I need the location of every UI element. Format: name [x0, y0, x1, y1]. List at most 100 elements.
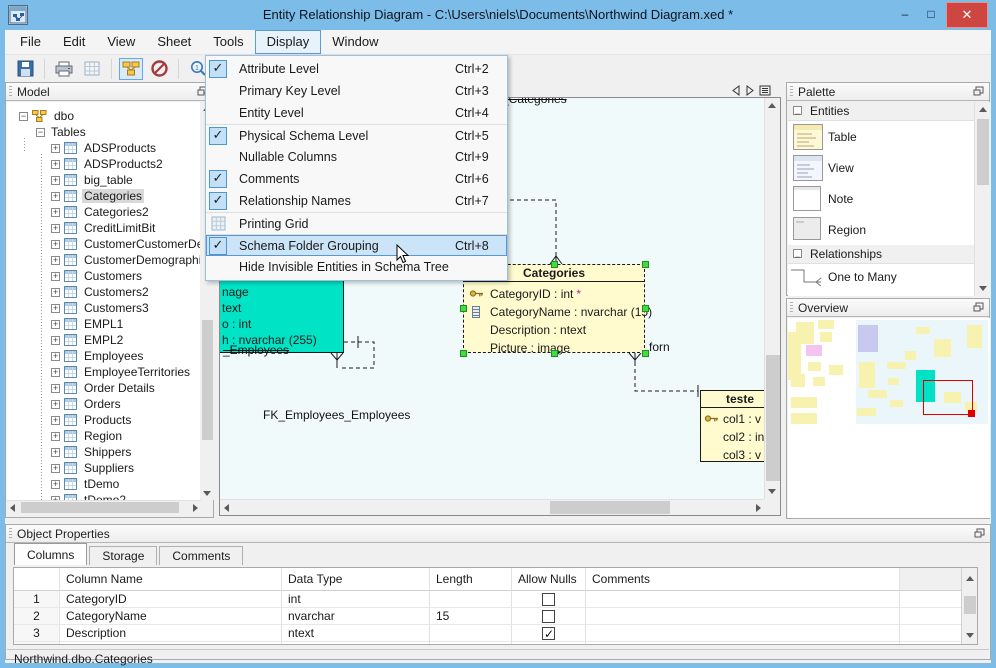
expand-icon[interactable]	[51, 400, 60, 409]
tree-item-table[interactable]: Products	[7, 412, 200, 428]
table-row[interactable]: 1 CategoryID int	[14, 591, 977, 608]
length-cell[interactable]	[430, 625, 512, 642]
tree-item-table[interactable]: Orders	[7, 396, 200, 412]
tree-item-table[interactable]: Customers3	[7, 300, 200, 316]
float-panel-icon[interactable]	[973, 86, 984, 96]
expand-icon[interactable]	[51, 160, 60, 169]
palette-panel-header[interactable]: Palette	[787, 83, 989, 101]
tree-item-table[interactable]: Customers2	[7, 284, 200, 300]
expand-icon[interactable]	[51, 480, 60, 489]
tree-item-tables[interactable]: Tables	[7, 124, 200, 140]
expand-icon[interactable]	[51, 368, 60, 377]
tree-item-table[interactable]: CreditLimitBit	[7, 220, 200, 236]
table-row[interactable]: 2 CategoryName nvarchar 15	[14, 608, 977, 625]
close-button[interactable]: ✕	[946, 2, 988, 28]
menu-item[interactable]: ✓ Entity Level Ctrl+4	[206, 102, 507, 124]
selection-handle[interactable]	[642, 305, 649, 312]
overview-minimap[interactable]	[788, 318, 990, 518]
palette-group-relationships[interactable]: Relationships	[788, 245, 990, 264]
maximize-button[interactable]: □	[918, 6, 944, 24]
block-button[interactable]	[147, 58, 171, 80]
selection-handle[interactable]	[551, 261, 558, 268]
column-name-cell[interactable]: CategoryID	[60, 591, 282, 608]
selection-handle[interactable]	[551, 350, 558, 357]
printing-grid-button[interactable]	[80, 58, 104, 80]
menubar-item[interactable]: Tools	[202, 30, 254, 54]
allow-nulls-checkbox[interactable]	[542, 593, 555, 606]
minimize-button[interactable]: –	[892, 6, 918, 24]
tree-item-table[interactable]: ADSProducts2	[7, 156, 200, 172]
menu-item[interactable]: ✓ Hide Invisible Entities in Schema Tree	[206, 256, 507, 278]
tree-item-table[interactable]: EMPL2	[7, 332, 200, 348]
length-cell[interactable]	[430, 591, 512, 608]
titlebar[interactable]: Entity Relationship Diagram - C:\Users\n…	[0, 0, 996, 30]
data-type-cell[interactable]: int	[282, 591, 430, 608]
comments-cell[interactable]	[586, 608, 900, 625]
palette-item-region[interactable]: Region	[788, 214, 990, 245]
table-row[interactable]: 3 Description ntext	[14, 625, 977, 642]
allow-nulls-checkbox[interactable]	[542, 644, 555, 645]
data-type-cell[interactable]: ntext	[282, 625, 430, 642]
save-button[interactable]	[13, 58, 37, 80]
object-properties-header[interactable]: Object Properties	[6, 525, 990, 543]
overview-panel-header[interactable]: Overview	[787, 299, 989, 317]
expand-icon[interactable]	[51, 240, 60, 249]
float-panel-icon[interactable]	[974, 528, 985, 538]
palette-item-view[interactable]: View	[788, 152, 990, 183]
viewport-resize-handle[interactable]	[968, 410, 975, 417]
expand-icon[interactable]	[51, 320, 60, 329]
collapse-icon[interactable]	[793, 106, 802, 115]
length-cell[interactable]: 15	[430, 608, 512, 625]
tree-item-table[interactable]: Order Details	[7, 380, 200, 396]
tree-item-table[interactable]: Categories2	[7, 204, 200, 220]
palette-scrollbar[interactable]	[974, 102, 990, 296]
comments-cell[interactable]	[586, 591, 900, 608]
tree-item-table[interactable]: CustomerDemographi	[7, 252, 200, 268]
allow-nulls-checkbox[interactable]	[542, 627, 555, 640]
tree-item-table[interactable]: CustomerCustomerDe	[7, 236, 200, 252]
expand-icon[interactable]	[51, 192, 60, 201]
menu-item[interactable]: ✓ Primary Key Level Ctrl+3	[206, 80, 507, 102]
menubar-item[interactable]: Edit	[52, 30, 96, 54]
menu-item[interactable]: ✓ Comments Ctrl+6	[206, 168, 507, 190]
menu-item[interactable]: ✓ Relationship Names Ctrl+7	[206, 190, 507, 212]
tree-item-table[interactable]: EMPL1	[7, 316, 200, 332]
selection-handle[interactable]	[642, 261, 649, 268]
tree-item-table[interactable]: tDemo	[7, 476, 200, 492]
data-type-cell[interactable]: nvarchar	[282, 608, 430, 625]
properties-tab[interactable]: Storage	[89, 546, 157, 565]
expand-icon[interactable]	[51, 384, 60, 393]
menubar-item[interactable]: Display	[255, 30, 322, 54]
menubar-item[interactable]: Window	[321, 30, 389, 54]
tree-item-dbo[interactable]: dbo	[7, 108, 200, 124]
menu-item[interactable]: ✓ Schema Folder Grouping Ctrl+8	[206, 234, 507, 256]
selection-handle[interactable]	[460, 305, 467, 312]
menubar-item[interactable]: Sheet	[146, 30, 202, 54]
column-name-cell[interactable]: CategoryName	[60, 608, 282, 625]
expand-icon[interactable]	[51, 224, 60, 233]
properties-tab[interactable]: Comments	[159, 546, 243, 565]
expand-icon[interactable]	[51, 176, 60, 185]
expand-icon[interactable]	[51, 304, 60, 313]
canvas-horizontal-scrollbar[interactable]	[220, 499, 765, 515]
expand-icon[interactable]	[51, 464, 60, 473]
allow-nulls-checkbox[interactable]	[542, 610, 555, 623]
collapse-icon[interactable]	[19, 112, 28, 121]
tree-item-table[interactable]: Categories	[7, 188, 200, 204]
float-panel-icon[interactable]	[973, 302, 984, 312]
menubar-item[interactable]: File	[9, 30, 52, 54]
print-button[interactable]	[52, 58, 76, 80]
properties-tab[interactable]: Columns	[14, 543, 87, 565]
tree-item-table[interactable]: Region	[7, 428, 200, 444]
model-panel-header[interactable]: Model	[6, 83, 213, 101]
tree-item-table[interactable]: Suppliers	[7, 460, 200, 476]
tree-item-table[interactable]: ADSProducts	[7, 140, 200, 156]
column-name-cell[interactable]: Description	[60, 625, 282, 642]
selection-handle[interactable]	[460, 350, 467, 357]
expand-icon[interactable]	[51, 208, 60, 217]
prev-sheet-icon[interactable]	[731, 85, 741, 96]
sheet-list-icon[interactable]	[759, 85, 771, 96]
expand-icon[interactable]	[51, 336, 60, 345]
expand-icon[interactable]	[51, 256, 60, 265]
palette-item-table[interactable]: Table	[788, 121, 990, 152]
